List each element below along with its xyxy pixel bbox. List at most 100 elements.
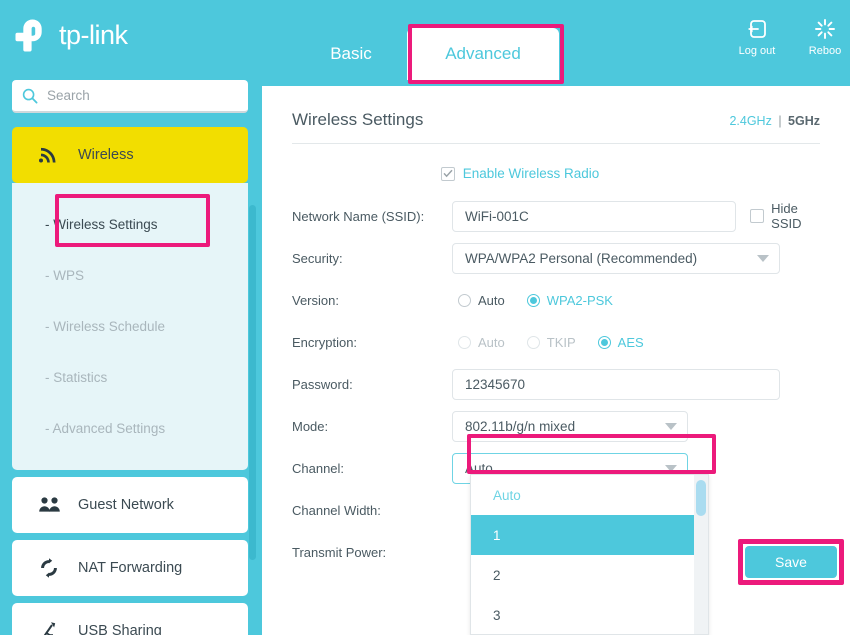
checkmark-icon xyxy=(443,169,453,178)
channel-option-label: 2 xyxy=(493,568,501,583)
mode-label: Mode: xyxy=(292,419,452,434)
hide-ssid-checkbox[interactable] xyxy=(750,209,764,223)
ssid-input[interactable]: WiFi-001C xyxy=(452,201,736,232)
sidebar-item-nat-forwarding[interactable]: NAT Forwarding xyxy=(12,540,248,596)
channel-option-label: 1 xyxy=(493,528,501,543)
channel-option-3[interactable]: 3 xyxy=(471,595,708,635)
logout-icon xyxy=(745,17,769,41)
channel-option-label: Auto xyxy=(493,488,521,503)
annotation-advanced-tab xyxy=(408,24,564,84)
version-radio-group: Auto WPA2-PSK xyxy=(452,293,635,308)
encryption-option-tkip[interactable]: TKIP xyxy=(527,335,576,350)
encryption-row: Encryption: Auto TKIP AES xyxy=(292,323,820,361)
encryption-option-aes[interactable]: AES xyxy=(598,335,644,350)
annotation-wireless-settings xyxy=(55,194,210,247)
version-row: Version: Auto WPA2-PSK xyxy=(292,281,820,319)
page-title: Wireless Settings xyxy=(292,110,423,130)
enable-wireless-radio-checkbox[interactable] xyxy=(441,167,455,181)
annotation-save-button xyxy=(738,539,844,585)
radio-dot xyxy=(527,336,540,349)
reboot-icon xyxy=(813,17,837,41)
sidebar-item-wps[interactable]: - WPS xyxy=(12,250,248,301)
security-value: WPA/WPA2 Personal (Recommended) xyxy=(465,251,697,266)
sidebar-subitem-label: - Statistics xyxy=(45,370,107,385)
search-input[interactable]: Search xyxy=(12,80,248,113)
sidebar: tp-link Search Wireless xyxy=(0,0,262,635)
sidebar-item-wireless[interactable]: Wireless xyxy=(12,127,248,183)
sidebar-item-advanced-settings[interactable]: - Advanced Settings xyxy=(12,403,248,454)
sidebar-subitem-label: - WPS xyxy=(45,268,84,283)
logout-button[interactable]: Log out xyxy=(727,17,787,57)
tp-link-logo-icon xyxy=(12,15,52,55)
version-option-wpa2psk[interactable]: WPA2-PSK xyxy=(527,293,613,308)
hide-ssid-control[interactable]: Hide SSID xyxy=(750,201,820,231)
channel-option-2[interactable]: 2 xyxy=(471,555,708,595)
security-label: Security: xyxy=(292,251,452,266)
sidebar-item-usb-sharing[interactable]: USB Sharing xyxy=(12,603,248,635)
logout-label: Log out xyxy=(739,45,776,57)
radio-dot xyxy=(458,294,471,307)
sidebar-subitem-label: - Advanced Settings xyxy=(45,421,165,436)
enable-wireless-radio-label: Enable Wireless Radio xyxy=(463,166,600,181)
chevron-down-icon xyxy=(665,423,677,430)
sidebar-item-label: NAT Forwarding xyxy=(78,560,182,576)
channel-width-label: Channel Width: xyxy=(292,503,452,518)
search-placeholder: Search xyxy=(47,88,90,103)
dropdown-scrollbar[interactable] xyxy=(694,475,708,635)
brand: tp-link xyxy=(12,12,128,58)
reboot-label: Reboo xyxy=(809,45,841,57)
channel-option-label: 3 xyxy=(493,608,501,623)
password-row: Password: 12345670 xyxy=(292,365,820,403)
version-option-label: WPA2-PSK xyxy=(547,293,613,308)
channel-label: Channel: xyxy=(292,461,452,476)
enable-wireless-radio-row: Enable Wireless Radio xyxy=(292,166,820,181)
reboot-button[interactable]: Reboo xyxy=(795,17,850,57)
sidebar-item-guest-network[interactable]: Guest Network xyxy=(12,477,248,533)
encryption-option-auto[interactable]: Auto xyxy=(458,335,505,350)
ssid-row: Network Name (SSID): WiFi-001C Hide SSID xyxy=(292,197,820,235)
search-icon xyxy=(22,88,38,104)
radio-dot xyxy=(527,294,540,307)
sidebar-scrollbar[interactable] xyxy=(249,205,256,560)
sidebar-item-label: USB Sharing xyxy=(78,623,162,635)
dropdown-scrollbar-thumb[interactable] xyxy=(696,480,706,516)
sidebar-item-wireless-schedule[interactable]: - Wireless Schedule xyxy=(12,301,248,352)
channel-option-auto[interactable]: Auto xyxy=(471,475,708,515)
circular-arrows-icon xyxy=(38,557,64,579)
radio-dot xyxy=(598,336,611,349)
sidebar-item-label: Guest Network xyxy=(78,497,174,513)
version-option-label: Auto xyxy=(478,293,505,308)
sidebar-item-statistics[interactable]: - Statistics xyxy=(12,352,248,403)
page-header: Wireless Settings 2.4GHz | 5GHz xyxy=(292,86,820,144)
password-input[interactable]: 12345670 xyxy=(452,369,780,400)
encryption-radio-group: Auto TKIP AES xyxy=(452,335,666,350)
hide-ssid-label: Hide SSID xyxy=(771,201,820,231)
tab-basic[interactable]: Basic xyxy=(308,28,394,80)
channel-option-1[interactable]: 1 xyxy=(471,515,708,555)
band-24ghz[interactable]: 2.4GHz xyxy=(729,114,771,128)
encryption-label: Encryption: xyxy=(292,335,452,350)
wireless-signal-icon xyxy=(38,145,64,165)
sidebar-item-label: Wireless xyxy=(78,147,134,163)
brand-name: tp-link xyxy=(59,22,128,49)
password-label: Password: xyxy=(292,377,452,392)
channel-options-list[interactable]: Auto 1 2 3 xyxy=(470,474,709,635)
band-separator: | xyxy=(778,114,781,128)
security-dropdown[interactable]: WPA/WPA2 Personal (Recommended) xyxy=(452,243,780,274)
router-admin-page: tp-link Search Wireless xyxy=(0,0,850,635)
usb-icon xyxy=(38,620,64,635)
annotation-channel-dropdown xyxy=(467,434,716,474)
encryption-option-label: TKIP xyxy=(547,335,576,350)
encryption-option-label: Auto xyxy=(478,335,505,350)
sidebar-subitem-label: - Wireless Schedule xyxy=(45,319,165,334)
transmit-power-label: Transmit Power: xyxy=(292,545,452,560)
version-label: Version: xyxy=(292,293,452,308)
radio-dot xyxy=(458,336,471,349)
mode-value: 802.11b/g/n mixed xyxy=(465,419,575,434)
band-5ghz[interactable]: 5GHz xyxy=(788,114,820,128)
tab-label: Basic xyxy=(330,44,372,64)
security-row: Security: WPA/WPA2 Personal (Recommended… xyxy=(292,239,820,277)
ssid-label: Network Name (SSID): xyxy=(292,209,452,224)
version-option-auto[interactable]: Auto xyxy=(458,293,505,308)
chevron-down-icon xyxy=(757,255,769,262)
